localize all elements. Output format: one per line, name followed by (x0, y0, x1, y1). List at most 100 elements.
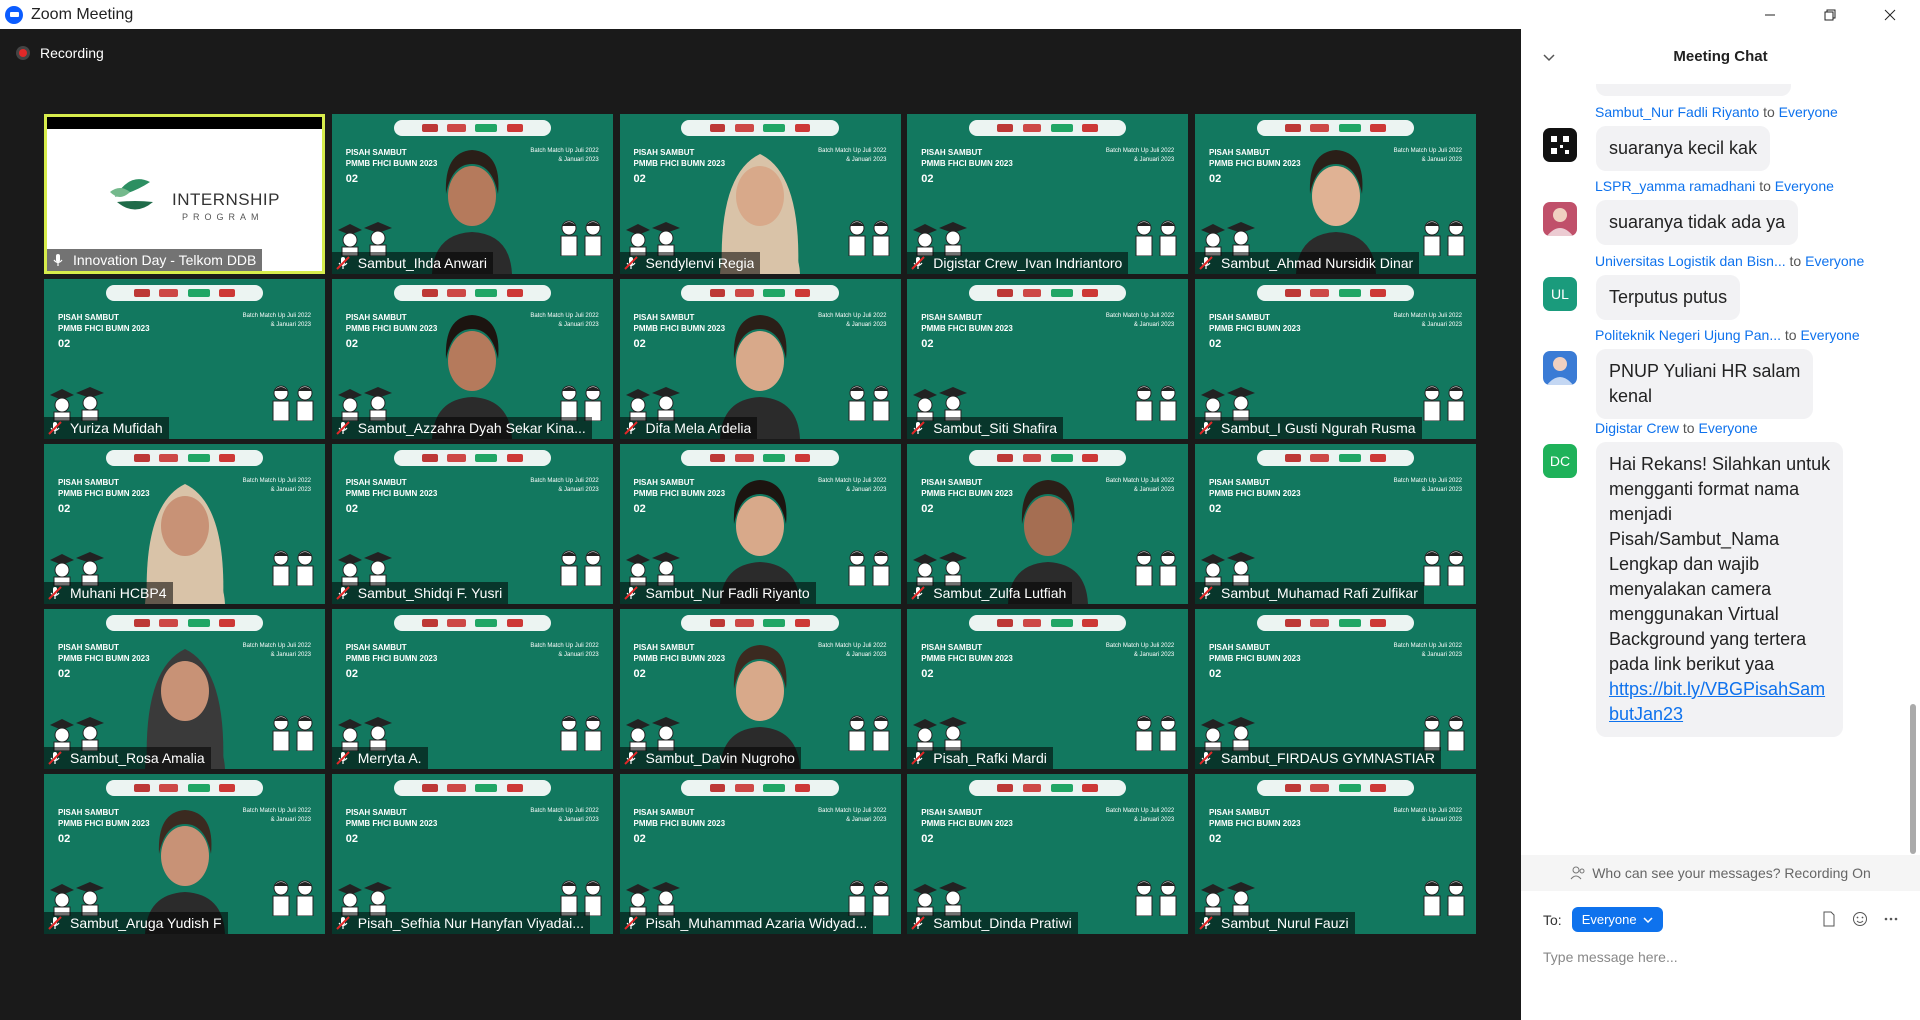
participant-tile[interactable]: PISAH SAMBUT PMMB FHCI BUMN 2023 Batch Ma… (619, 609, 901, 769)
mic-muted-icon (911, 751, 925, 765)
photo-avatar-icon[interactable] (1543, 351, 1577, 385)
more-icon[interactable] (1884, 911, 1898, 927)
participant-tile[interactable]: PISAH SAMBUT PMMB FHCI BUMN 2023 Batch Ma… (44, 279, 325, 439)
restore-button[interactable] (1800, 0, 1860, 29)
participant-name-bar: Innovation Day - Telkom DDB (47, 249, 263, 271)
participant-name-bar: Sambut_Azzahra Dyah Sekar Kina... (331, 417, 592, 439)
event-batch: Batch Match Up Juli 2022 & Januari 2023 (818, 808, 887, 823)
avatar[interactable]: DC (1543, 444, 1577, 478)
participant-name: Pisah_Muhammad Azaria Widyad... (645, 915, 868, 931)
participant-tile[interactable]: PISAH SAMBUT PMMB FHCI BUMN 2023 Batch Ma… (44, 444, 325, 604)
participant-tile[interactable]: PISAH SAMBUT PMMB FHCI BUMN 2023 Batch Ma… (619, 444, 901, 604)
participant-tile[interactable]: PISAH SAMBUT PMMB FHCI BUMN 2023 Batch Ma… (907, 609, 1189, 769)
participant-tile[interactable]: PISAH SAMBUT PMMB FHCI BUMN 2023 Batch Ma… (44, 609, 325, 769)
participant-tile[interactable]: PISAH SAMBUT PMMB FHCI BUMN 2023 Batch Ma… (907, 114, 1189, 274)
emoji-icon[interactable] (1852, 911, 1868, 927)
participant-name-bar: Sambut_Siti Shafira (907, 417, 1063, 439)
sender-name[interactable]: Digistar Crew (1595, 420, 1679, 436)
participant-name-bar: Sambut_Ahmad Nursidik Dinar (1195, 252, 1420, 274)
message-bubble[interactable]: suaranya kecil kak (1596, 126, 1771, 171)
participant-tile[interactable]: PISAH SAMBUT PMMB FHCI BUMN 2023 Batch Ma… (907, 279, 1189, 439)
close-icon (1884, 9, 1896, 20)
mic-muted-icon (1199, 586, 1213, 600)
message-bubble[interactable]: Terputus putus (1596, 275, 1741, 320)
student-illustration (1126, 876, 1186, 917)
to-word: to (1763, 104, 1775, 120)
mic-muted-icon (48, 916, 62, 930)
recipient-select[interactable]: Everyone (1571, 907, 1663, 932)
event-headline: PISAH SAMBUT PMMB FHCI BUMN 2023 (1209, 808, 1301, 828)
participant-tile[interactable]: PISAH SAMBUT PMMB FHCI BUMN 2023 Batch Ma… (44, 774, 325, 934)
sender-name[interactable]: Sambut_Nur Fadli Riyanto (1595, 104, 1759, 120)
graduate-illustration (1197, 876, 1277, 917)
participant-tile[interactable]: PISAH SAMBUT PMMB FHCI BUMN 2023 Batch Ma… (1195, 114, 1476, 274)
participant-name: Sambut_Muhamad Rafi Zulfikar (1221, 585, 1418, 601)
participant-tile[interactable]: PISAH SAMBUT PMMB FHCI BUMN 2023 Batch Ma… (907, 444, 1189, 604)
student-illustration (551, 216, 611, 257)
chevron-down-icon (1643, 916, 1653, 923)
minimize-button[interactable] (1740, 0, 1800, 29)
participant-tile[interactable]: PISAH SAMBUT PMMB FHCI BUMN 2023 Batch Ma… (331, 609, 613, 769)
event-date: 02 (921, 668, 934, 680)
sender-name[interactable]: Politeknik Negeri Ujung Pan... (1595, 327, 1781, 343)
participant-tile[interactable]: PISAH SAMBUT PMMB FHCI BUMN 2023 Batch Ma… (619, 114, 901, 274)
event-batch: Batch Match Up Juli 2022 & Januari 2023 (818, 148, 887, 163)
student-illustration (1126, 546, 1186, 587)
participant-name-bar: Sambut_Ihda Anwari (331, 252, 493, 274)
participant-name: Sambut_Aruga Yudish F (70, 915, 222, 931)
student-illustration (839, 381, 899, 422)
participant-tile[interactable]: PISAH SAMBUT PMMB FHCI BUMN 2023 Batch Ma… (331, 774, 613, 934)
participant-tile[interactable]: PISAH SAMBUT PMMB FHCI BUMN 2023 Batch Ma… (907, 774, 1189, 934)
participant-name-bar: Sambut_Dinda Pratiwi (907, 912, 1078, 934)
chat-scrollbar[interactable] (1910, 84, 1916, 854)
participant-tile[interactable]: PISAH SAMBUT PMMB FHCI BUMN 2023 Batch Ma… (1195, 774, 1476, 934)
participant-name-bar: Yuriza Mufidah (44, 417, 169, 439)
graduate-illustration (334, 216, 414, 257)
participant-tile[interactable]: PISAH SAMBUT PMMB FHCI BUMN 2023 Batch Ma… (1195, 444, 1476, 604)
participant-tile[interactable]: PISAH SAMBUT PMMB FHCI BUMN 2023 Batch Ma… (331, 444, 613, 604)
close-button[interactable] (1860, 0, 1920, 29)
scrollbar-thumb[interactable] (1910, 704, 1916, 854)
participant-tile[interactable]: PISAH SAMBUT PMMB FHCI BUMN 2023 Batch Ma… (331, 114, 613, 274)
qr-avatar-icon[interactable] (1543, 128, 1577, 162)
student-illustration (263, 711, 323, 752)
sender-name[interactable]: LSPR_yamma ramadhani (1595, 178, 1755, 194)
participant-tile[interactable]: PISAH SAMBUT PMMB FHCI BUMN 2023 Batch Ma… (331, 279, 613, 439)
message-link[interactable]: https://bit.ly/VBGPisahSam butJan23 (1609, 679, 1825, 724)
message-input[interactable]: Type message here... (1543, 949, 1898, 965)
message-bubble[interactable]: Hai Rekans! Silahkan untuk mengganti for… (1596, 442, 1844, 737)
event-banner (393, 450, 551, 466)
participant-tile[interactable]: PISAH SAMBUT PMMB FHCI BUMN 2023 Batch Ma… (619, 774, 901, 934)
photo-avatar-icon[interactable] (1543, 202, 1577, 236)
active-speaker-tile[interactable]: INTERNSHIP PROGRAM Innovation Day - Telkom… (44, 114, 325, 274)
mic-muted-icon (1199, 421, 1213, 435)
privacy-notice[interactable]: Who can see your messages? Recording On (1521, 855, 1920, 891)
people-icon (1570, 866, 1585, 880)
student-illustration (551, 711, 611, 752)
avatar[interactable]: UL (1543, 277, 1577, 311)
message-bubble[interactable]: suaranya tidak ada ya (1596, 200, 1799, 245)
event-batch: Batch Match Up Juli 2022 & Januari 2023 (530, 808, 599, 823)
sender-name[interactable]: Universitas Logistik dan Bisn... (1595, 253, 1786, 269)
event-date: 02 (345, 338, 358, 350)
event-date: 02 (58, 833, 71, 845)
to-label: To: (1543, 911, 1562, 928)
chevron-down-icon[interactable] (1543, 49, 1555, 65)
zoom-logo-icon (5, 5, 23, 24)
event-date: 02 (633, 173, 646, 185)
event-banner (1256, 780, 1415, 796)
mic-muted-icon (911, 916, 925, 930)
file-icon[interactable] (1822, 911, 1836, 927)
message-bubble[interactable]: PNUP Yuliani HR salam kenal (1596, 349, 1814, 419)
participant-tile[interactable]: PISAH SAMBUT PMMB FHCI BUMN 2023 Batch Ma… (1195, 609, 1476, 769)
recording-indicator[interactable]: Recording (16, 45, 104, 61)
restore-icon (1824, 9, 1836, 20)
event-date: 02 (345, 503, 358, 515)
participant-name: Sendylenvi Regia (645, 255, 755, 271)
event-batch: Batch Match Up Juli 2022 & Januari 2023 (1393, 148, 1462, 163)
participant-tile[interactable]: PISAH SAMBUT PMMB FHCI BUMN 2023 Batch Ma… (1195, 279, 1476, 439)
event-batch: Batch Match Up Juli 2022 & Januari 2023 (242, 478, 311, 493)
event-date: 02 (1209, 668, 1222, 680)
participant-name: Sambut_Ahmad Nursidik Dinar (1221, 255, 1414, 271)
participant-tile[interactable]: PISAH SAMBUT PMMB FHCI BUMN 2023 Batch Ma… (619, 279, 901, 439)
